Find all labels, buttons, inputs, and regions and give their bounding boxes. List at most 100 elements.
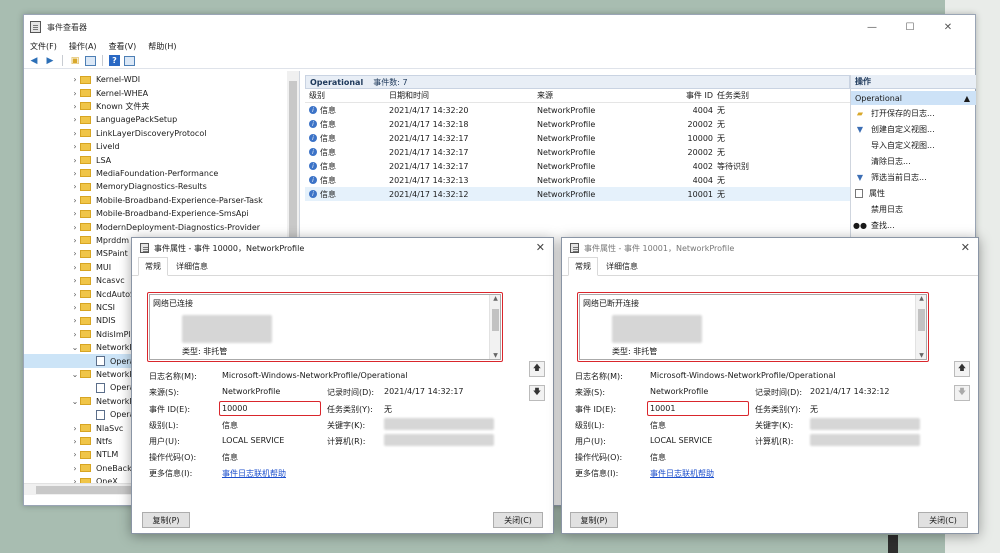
up-folder-icon[interactable]: ▣ xyxy=(69,55,81,67)
info-icon: i xyxy=(309,148,317,156)
action-create-custom-view[interactable]: ▼ 创建自定义视图... xyxy=(851,121,976,137)
action-clear-log[interactable]: 清除日志... xyxy=(851,153,976,169)
dialog-close-icon[interactable]: ✕ xyxy=(961,241,970,254)
chevron-right-icon[interactable]: › xyxy=(70,209,80,218)
menu-help[interactable]: 帮助(H) xyxy=(148,41,176,52)
tree-item-label: Liveld xyxy=(96,142,120,152)
info-icon: i xyxy=(309,134,317,142)
tree-item[interactable]: › Mobile-Broadband-Experience-SmsApi xyxy=(24,207,299,220)
close-button[interactable]: 关闭(C) xyxy=(493,512,543,528)
chevron-right-icon[interactable]: › xyxy=(70,290,80,299)
tab-details[interactable]: 详细信息 xyxy=(170,258,214,275)
tree-item[interactable]: › MemoryDiagnostics-Results xyxy=(24,180,299,193)
chevron-down-icon[interactable]: ⌄ xyxy=(70,370,80,379)
chevron-right-icon[interactable]: › xyxy=(70,263,80,272)
chevron-right-icon[interactable]: › xyxy=(70,115,80,124)
menu-file[interactable]: 文件(F) xyxy=(30,41,57,52)
action-filter-current-log[interactable]: ▼ 筛选当前日志... xyxy=(851,169,976,185)
chevron-right-icon[interactable]: › xyxy=(70,330,80,339)
column-task-category[interactable]: 任务类别 xyxy=(717,90,777,101)
action-import-custom-view[interactable]: 导入自定义视图... xyxy=(851,137,976,153)
chevron-right-icon[interactable]: › xyxy=(70,102,80,111)
chevron-right-icon[interactable]: › xyxy=(70,316,80,325)
tree-item[interactable]: › ModernDeployment-Diagnostics-Provider xyxy=(24,220,299,233)
chevron-right-icon[interactable]: › xyxy=(70,437,80,446)
forward-arrow-icon[interactable]: ▶ xyxy=(44,55,56,67)
folder-icon xyxy=(80,263,91,272)
tab-details[interactable]: 详细信息 xyxy=(600,258,644,275)
tree-item[interactable]: › LanguagePackSetup xyxy=(24,113,299,126)
maximize-button[interactable]: ☐ xyxy=(891,15,929,39)
chevron-right-icon[interactable]: › xyxy=(70,182,80,191)
online-help-link[interactable]: 事件日志联机帮助 xyxy=(222,468,286,479)
table-row[interactable]: i 信息 2021/4/17 14:32:18 NetworkProfile 20002… xyxy=(305,117,850,131)
show-hide-action-pane-icon[interactable] xyxy=(124,55,135,66)
action-find[interactable]: ●● 查找... xyxy=(851,217,976,233)
menu-action[interactable]: 操作(A) xyxy=(69,41,97,52)
tree-item[interactable]: › Kernel-WHEA xyxy=(24,86,299,99)
chevron-right-icon[interactable]: › xyxy=(70,276,80,285)
chevron-right-icon[interactable]: › xyxy=(70,129,80,138)
online-help-link[interactable]: 事件日志联机帮助 xyxy=(650,468,714,479)
chevron-right-icon[interactable]: › xyxy=(70,236,80,245)
table-row[interactable]: i 信息 2021/4/17 14:32:13 NetworkProfile 4004 无 xyxy=(305,173,850,187)
tree-item[interactable]: › MediaFoundation-Performance xyxy=(24,167,299,180)
close-button[interactable]: 关闭(C) xyxy=(918,512,968,528)
tab-general[interactable]: 常规 xyxy=(568,257,598,276)
previous-event-button[interactable]: 🡅 xyxy=(529,361,545,377)
column-level[interactable]: 级别 xyxy=(305,90,389,101)
chevron-down-icon[interactable]: ⌄ xyxy=(70,343,80,352)
help-icon[interactable]: ? xyxy=(109,55,120,66)
tree-item-label: NetworkP xyxy=(96,396,135,406)
copy-button[interactable]: 复制(P) xyxy=(570,512,618,528)
menu-view[interactable]: 查看(V) xyxy=(109,41,137,52)
table-row[interactable]: i 信息 2021/4/17 14:32:20 NetworkProfile 4004 无 xyxy=(305,103,850,117)
column-source[interactable]: 来源 xyxy=(537,90,657,101)
tree-item[interactable]: › Liveld xyxy=(24,140,299,153)
action-disable-log[interactable]: 禁用日志 xyxy=(851,201,976,217)
table-row[interactable]: i 信息 2021/4/17 14:32:17 NetworkProfile 20002… xyxy=(305,145,850,159)
actions-selected-log[interactable]: Operational ▲ xyxy=(851,91,976,105)
column-datetime[interactable]: 日期和时间 xyxy=(389,90,537,101)
collapse-up-icon[interactable]: ▲ xyxy=(964,94,970,103)
chevron-right-icon[interactable]: › xyxy=(70,142,80,151)
show-hide-tree-icon[interactable] xyxy=(85,55,96,66)
next-event-button[interactable]: 🡇 xyxy=(529,385,545,401)
chevron-right-icon[interactable]: › xyxy=(70,450,80,459)
chevron-right-icon[interactable]: › xyxy=(70,464,80,473)
table-row[interactable]: i 信息 2021/4/17 14:32:17 NetworkProfile 10000… xyxy=(305,131,850,145)
chevron-right-icon[interactable]: › xyxy=(70,75,80,84)
column-event-id[interactable]: 事件 ID xyxy=(657,90,717,101)
minimize-button[interactable]: — xyxy=(853,15,891,39)
chevron-right-icon[interactable]: › xyxy=(70,169,80,178)
user-value: LOCAL SERVICE xyxy=(650,436,713,445)
close-window-button[interactable]: ✕ xyxy=(929,15,967,39)
chevron-right-icon[interactable]: › xyxy=(70,223,80,232)
chevron-right-icon[interactable]: › xyxy=(70,249,80,258)
datetime-cell: 2021/4/17 14:32:17 xyxy=(389,147,469,157)
copy-button[interactable]: 复制(P) xyxy=(142,512,190,528)
event-properties-dialog-10000: 事件属性 - 事件 10000，NetworkProfile ✕ 常规 详细信息… xyxy=(131,237,554,534)
table-row[interactable]: i 信息 2021/4/17 14:32:17 NetworkProfile 4002 等… xyxy=(305,159,850,173)
tab-general[interactable]: 常规 xyxy=(138,257,168,276)
tree-item[interactable]: › LSA xyxy=(24,153,299,166)
tree-item[interactable]: › Kernel-WDI xyxy=(24,73,299,86)
chevron-right-icon[interactable]: › xyxy=(70,156,80,165)
opcode-value: 信息 xyxy=(222,453,238,462)
event-id-cell: 4004 xyxy=(692,105,713,115)
chevron-right-icon[interactable]: › xyxy=(70,424,80,433)
tree-item[interactable]: › Known 文件夹 xyxy=(24,100,299,113)
tree-item[interactable]: › LinkLayerDiscoveryProtocol xyxy=(24,127,299,140)
back-arrow-icon[interactable]: ◀ xyxy=(28,55,40,67)
chevron-down-icon[interactable]: ⌄ xyxy=(70,397,80,406)
table-row[interactable]: i 信息 2021/4/17 14:32:12 NetworkProfile 10001… xyxy=(305,187,850,201)
next-event-button[interactable]: 🡇 xyxy=(954,385,970,401)
previous-event-button[interactable]: 🡅 xyxy=(954,361,970,377)
chevron-right-icon[interactable]: › xyxy=(70,303,80,312)
dialog-close-icon[interactable]: ✕ xyxy=(536,241,545,254)
chevron-right-icon[interactable]: › xyxy=(70,196,80,205)
action-properties[interactable]: 属性 xyxy=(851,185,976,201)
tree-item[interactable]: › Mobile-Broadband-Experience-Parser-Task xyxy=(24,194,299,207)
chevron-right-icon[interactable]: › xyxy=(70,89,80,98)
action-open-saved-log[interactable]: ▰ 打开保存的日志... xyxy=(851,105,976,121)
